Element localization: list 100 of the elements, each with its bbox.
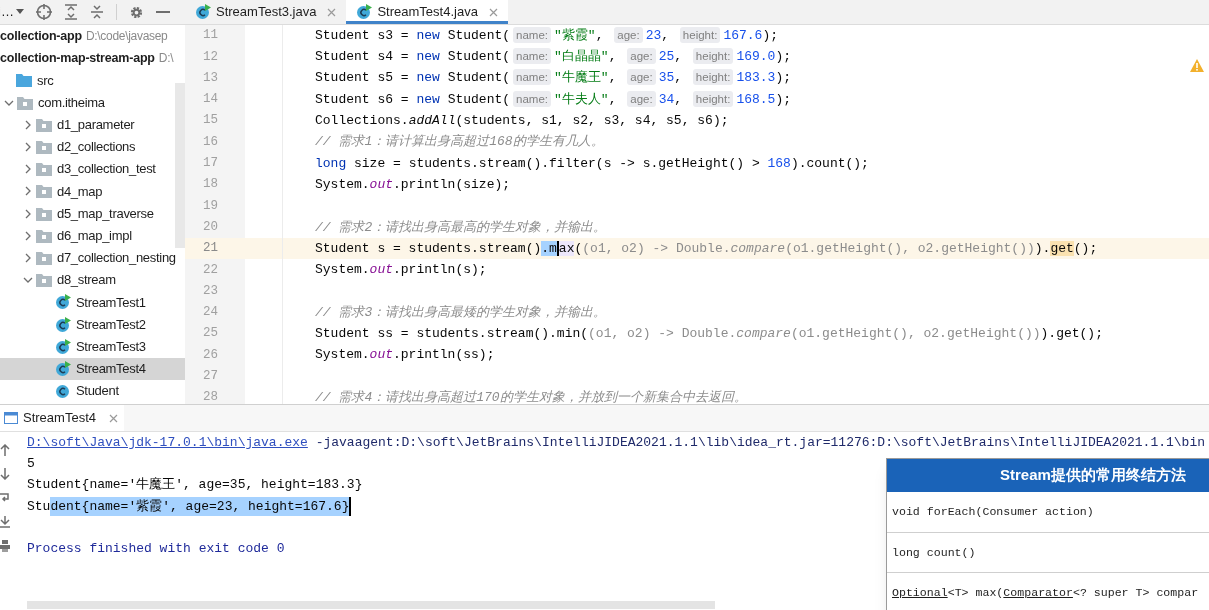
code-text: Student s = students.stream().m ax((o1, o2) -> Double.compare(o1.getHeight(), o2.getHeight())).get(); (315, 239, 1098, 258)
code-text: System.out.println(s); (315, 261, 487, 280)
download-icon[interactable] (0, 516, 10, 528)
editor-tab[interactable]: StreamTest4.java (346, 0, 508, 24)
package-icon (36, 162, 52, 177)
code-text: Collections.addAll(students, s1, s2, s3, s4, s5, s6); (315, 112, 729, 131)
tree-item-label[interactable]: collection-app (0, 26, 82, 46)
chevron-right-icon[interactable] (25, 186, 31, 197)
console-line: D:\soft\Java\jdk-17.0.1\bin\java.exe -javaagent:D:\soft\JetBrains\IntelliJIDEA2021.1.1\lib\idea_rt.jar=11276:D:\soft\JetBrains\IntelliJIDEA2021.1.1\bin (27, 433, 1205, 452)
code-text: Student s6 = new Student( name: "牛夫人", age: 34, height: 168.5); (315, 89, 791, 109)
line-number: 22 (203, 261, 218, 279)
package-icon (36, 228, 52, 243)
tree-item-label[interactable]: d7_collection_nesting (57, 248, 176, 268)
code-text: Student ss = students.stream().min((o1, o2) -> Double.compare(o1.getHeight(), o2.getHeight())).get(); (315, 325, 1103, 344)
code-text: // 需求4：请找出身高超过170的学生对象，并放到一个新集合中去返回。 (315, 388, 747, 404)
line-number: 18 (203, 176, 218, 194)
editor-tab[interactable]: StreamTest3.java (185, 0, 347, 24)
tree-item-label[interactable]: StreamTest3 (76, 336, 146, 357)
path-label: D:\code\javasep (85, 28, 168, 46)
line-number: 19 (203, 197, 218, 215)
wrap-icon[interactable] (0, 492, 10, 504)
minimize-icon[interactable] (155, 10, 170, 14)
tree-item-label[interactable]: StreamTest1 (76, 292, 146, 313)
line-number: 27 (203, 368, 218, 385)
tree-item-label[interactable]: d1_parameter (57, 115, 135, 135)
path-label: D:\ (158, 50, 174, 68)
tree-item-label[interactable]: d5_map_traverse (57, 203, 154, 224)
class-icon (195, 4, 211, 20)
package-icon (36, 140, 52, 155)
collapse-all-icon[interactable] (89, 4, 104, 20)
crosshair-icon[interactable] (35, 4, 52, 20)
code-text: // 需求3：请找出身高最矮的学生对象，并输出。 (315, 303, 607, 322)
console-line: Student{name='牛魔王', age=35, height=183.3} (27, 476, 363, 495)
chevron-down-icon[interactable] (4, 99, 14, 106)
code-text: Student s5 = new Student( name: "牛魔王", age: 35, height: 183.3); (315, 68, 791, 88)
line-number: 25 (203, 325, 218, 343)
arrow-up-icon[interactable] (0, 444, 10, 456)
line-number: 28 (203, 389, 218, 404)
line-number: 23 (203, 282, 218, 300)
console-line: Process finished with exit code 0 (27, 540, 285, 559)
chevron-right-icon[interactable] (25, 252, 31, 263)
line-number: 20 (203, 218, 218, 236)
console-line: Student{name='紫霞', age=23, height=167.6} (27, 495, 352, 518)
line-number: 16 (203, 133, 218, 151)
line-number: 14 (203, 91, 218, 109)
folder-icon (16, 73, 32, 88)
method-signature: void forEach(Consumer action) (891, 504, 1095, 521)
package-icon (36, 117, 52, 132)
run-tab[interactable]: StreamTest4 (0, 405, 124, 431)
tree-item-label[interactable]: d3_collection_test (57, 159, 156, 179)
class-icon (55, 338, 71, 355)
chevron-right-icon[interactable] (25, 208, 31, 219)
line-number: 21 (203, 240, 218, 258)
chevron-right-icon[interactable] (25, 119, 31, 130)
close-icon[interactable] (109, 413, 118, 423)
close-icon[interactable] (488, 7, 498, 17)
tree-item-label[interactable]: com.itheima (38, 92, 105, 113)
arrow-down-icon[interactable] (0, 468, 10, 480)
scrollbar[interactable] (27, 601, 715, 609)
popup-title: Stream提供的常用终结方法 (887, 459, 1209, 492)
tree-item-label[interactable]: Student (76, 381, 119, 401)
tree-item-label: StreamTest4 (76, 360, 146, 379)
tree-item-label[interactable]: d4_map (57, 181, 103, 202)
code-text: // 需求2：请找出身高最高的学生对象，并输出。 (315, 218, 607, 237)
tree-item-label[interactable]: d6_map_impl (57, 226, 132, 246)
tree-item-label[interactable]: src (37, 70, 54, 91)
class-icon (55, 316, 71, 333)
chevron-down-icon[interactable] (23, 277, 33, 284)
package-icon (17, 95, 33, 110)
line-number: 26 (203, 346, 218, 364)
package-icon (36, 206, 52, 221)
class-icon (55, 383, 71, 400)
line-number: 15 (203, 112, 218, 130)
tree-row-selected[interactable]: StreamTest4 (0, 357, 185, 380)
class-icon (55, 360, 71, 377)
window-icon (4, 412, 18, 424)
expand-all-icon[interactable] (63, 4, 78, 20)
tree-item-label[interactable]: collection-map-stream-app (0, 48, 155, 68)
code-text: long size = students.stream().filter(s -> s.getHeight() > 168).count(); (315, 154, 869, 173)
caret-icon (15, 9, 24, 15)
print-icon[interactable] (0, 540, 10, 552)
code-text: // 需求1：请计算出身高超过168的学生有几人。 (315, 133, 604, 152)
view-selector[interactable]: i… (0, 2, 24, 22)
tree-item-label[interactable]: d2_collections (57, 137, 136, 157)
package-icon (36, 250, 52, 265)
settings-icon[interactable] (128, 4, 144, 20)
tree-item-label[interactable]: StreamTest2 (76, 314, 146, 335)
tree-item-label[interactable]: d8_stream (57, 270, 116, 290)
package-icon (36, 273, 52, 288)
line-number: 24 (203, 304, 218, 322)
console-line: 5 (27, 455, 35, 474)
code-text: Student s3 = new Student( name: "紫霞", age: 23, height: 167.6); (315, 25, 778, 45)
line-number: 17 (203, 155, 218, 173)
line-number: 11 (203, 27, 218, 45)
class-icon (55, 294, 71, 311)
code-text: System.out.println(size); (315, 175, 511, 194)
chevron-right-icon[interactable] (25, 164, 31, 175)
chevron-right-icon[interactable] (25, 230, 31, 241)
chevron-right-icon[interactable] (25, 142, 31, 153)
method-signature: long count() (887, 532, 1209, 572)
